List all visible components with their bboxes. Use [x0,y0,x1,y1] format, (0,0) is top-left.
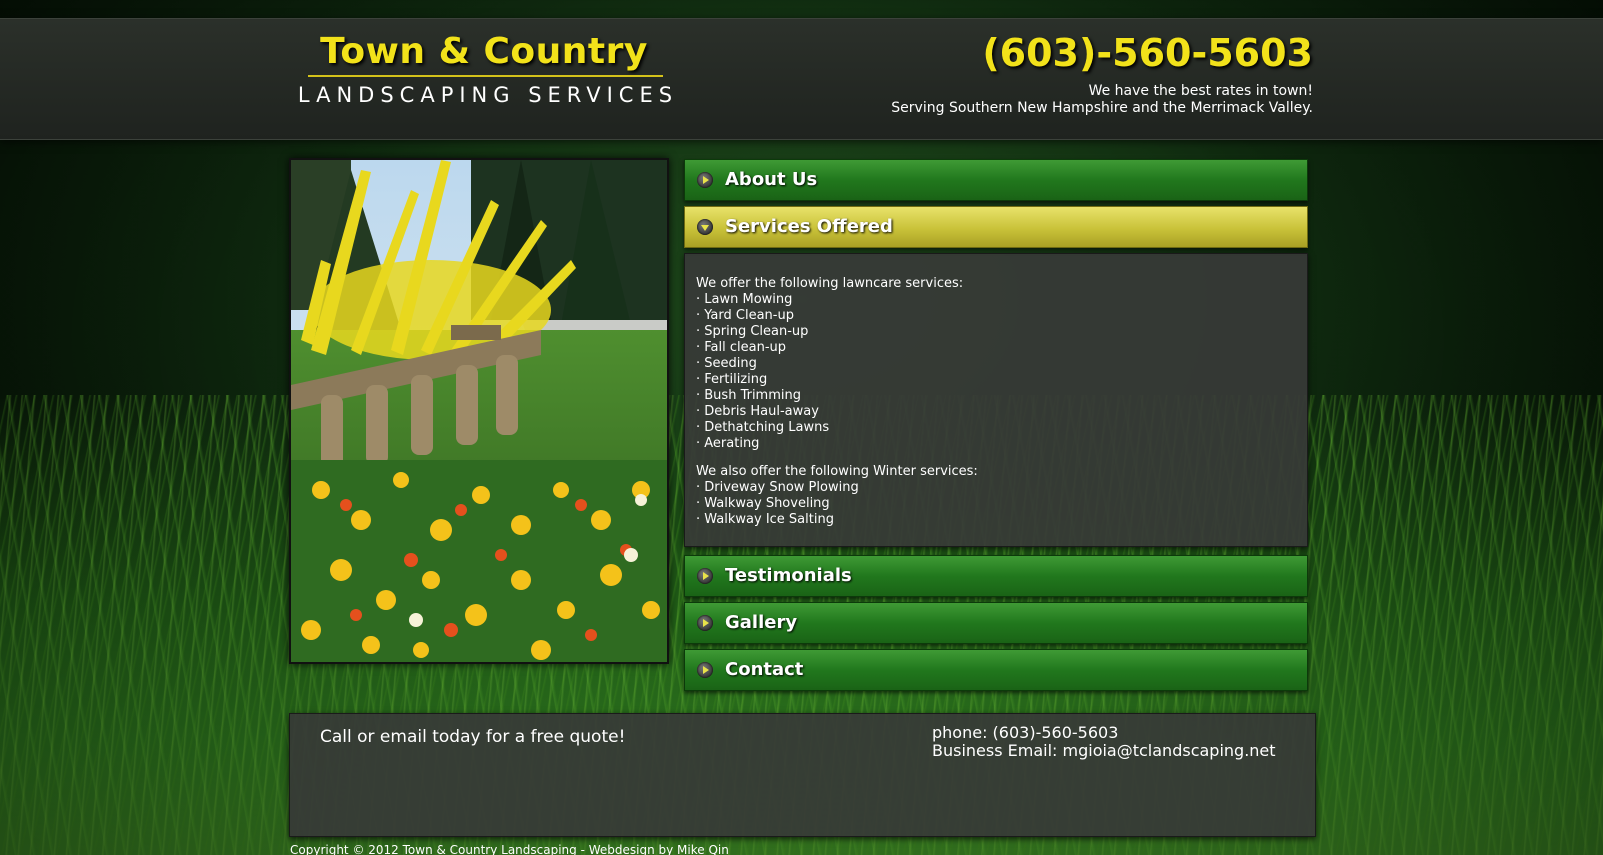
list-item: · Aerating [696,436,760,451]
accordion-contact[interactable]: Contact [684,649,1308,691]
services-accordion: About Us Services Offered We offer the f… [684,159,1308,696]
arrow-right-icon [697,662,713,678]
list-item: · Dethatching Lawns [696,420,830,435]
footer-phone: phone: (603)-560-5603 [932,723,1119,742]
list-item: · Yard Clean-up [696,308,794,323]
site-header: Town & Country LANDSCAPING SERVICES (603… [0,18,1603,140]
footer-panel: Call or email today for a free quote! ph… [289,713,1316,837]
tagline-line-1: We have the best rates in town! [1088,83,1313,99]
header-tagline: We have the best rates in town! Serving … [891,83,1313,117]
winter-intro: We also offer the following Winter servi… [696,464,978,479]
list-item: · Fall clean-up [696,340,787,355]
accordion-testimonials[interactable]: Testimonials [684,555,1308,597]
logo-divider [308,75,663,77]
garden-photo [289,158,669,664]
logo-title[interactable]: Town & Country [300,31,668,72]
arrow-down-icon [697,219,713,235]
accordion-label: Services Offered [725,216,893,237]
list-item: · Lawn Mowing [696,292,793,307]
list-item: · Driveway Snow Plowing [696,480,859,495]
services-panel: We offer the following lawncare services… [684,253,1308,547]
arrow-right-icon [697,172,713,188]
services-intro: We offer the following lawncare services… [696,276,964,291]
list-item: · Walkway Ice Salting [696,512,834,527]
list-item: · Seeding [696,356,757,371]
accordion-about-us[interactable]: About Us [684,159,1308,201]
accordion-gallery[interactable]: Gallery [684,602,1308,644]
accordion-services-offered[interactable]: Services Offered [684,206,1308,248]
logo-subtitle: LANDSCAPING SERVICES [297,83,679,107]
accordion-label: Gallery [725,612,798,633]
header-phone: (603)-560-5603 [982,31,1313,75]
accordion-label: Contact [725,659,804,680]
tagline-line-2: Serving Southern New Hampshire and the M… [891,100,1313,116]
list-item: · Spring Clean-up [696,324,809,339]
accordion-label: About Us [725,169,818,190]
footer-call-to-action: Call or email today for a free quote! [320,727,626,747]
footer-email[interactable]: Business Email: mgioia@tclandscaping.net [932,742,1276,760]
accordion-label: Testimonials [725,565,852,586]
arrow-right-icon [697,568,713,584]
list-item: · Walkway Shoveling [696,496,830,511]
list-item: · Bush Trimming [696,388,801,403]
copyright-notice: Copyright © 2012 Town & Country Landscap… [290,843,729,855]
list-item: · Fertilizing [696,372,768,387]
footer-contact-info: phone: (603)-560-5603 Business Email: mg… [932,724,1276,760]
arrow-right-icon [697,615,713,631]
list-item: · Debris Haul-away [696,404,819,419]
